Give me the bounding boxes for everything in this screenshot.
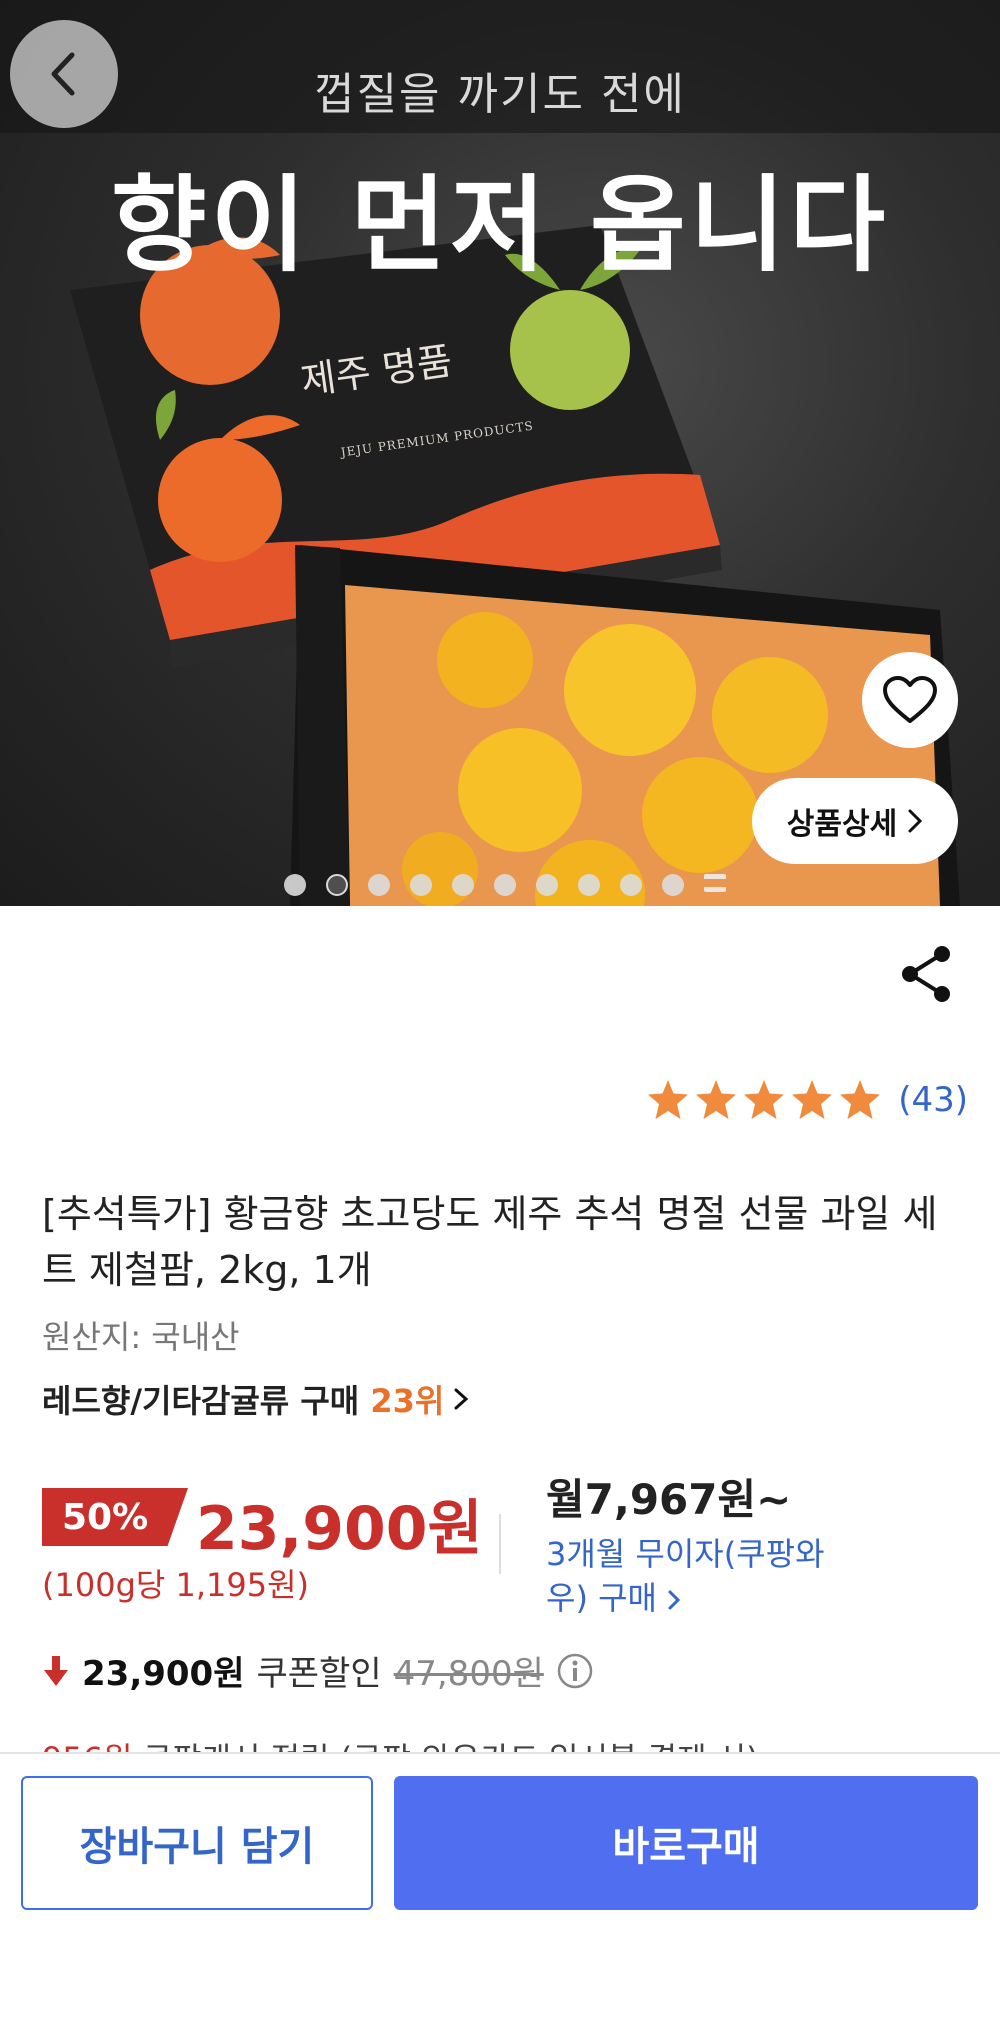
star-icon [744, 1080, 785, 1119]
carousel-more-indicator [704, 874, 726, 892]
star-icon [840, 1080, 881, 1119]
rating-summary[interactable]: (43) [646, 1078, 968, 1122]
share-icon[interactable] [898, 944, 954, 1004]
carousel-dot[interactable] [578, 874, 600, 896]
back-arrow-icon [51, 52, 75, 96]
chevron-right-icon [908, 809, 923, 833]
info-icon[interactable] [556, 1652, 594, 1690]
origin-label: 원산지: 국내산 [42, 1318, 240, 1356]
carousel-indicator [0, 874, 1000, 896]
carousel-dot[interactable] [662, 874, 684, 896]
hero-subtitle: 껍질을 까기도 전에 [314, 69, 686, 120]
unit-price: (100g당 1,195원) [42, 1566, 310, 1604]
cashback-row: 956원 쿠팡캐시 적립 (쿠팡 와우카드 일시불 결제 시) [42, 1734, 759, 1754]
add-to-cart-button[interactable]: 장바구니 담기 [21, 1776, 373, 1910]
coupon-discount-row: 23,900원 쿠폰할인 47,800원 [42, 1646, 594, 1695]
product-detail-button[interactable]: 상품상세 [752, 778, 958, 864]
product-image-carousel[interactable]: 제주 명품 JEJU PREMIUM PRODUCTS 껍질을 까기도 전에 향… [0, 0, 1000, 906]
review-count[interactable]: (43) [898, 1080, 968, 1120]
carousel-dot[interactable] [284, 874, 306, 896]
back-button[interactable] [10, 20, 118, 128]
carousel-dot[interactable] [494, 874, 516, 896]
star-icon [648, 1080, 689, 1119]
installment-text: 3개월 무이자(쿠팡와우) 구매 [546, 1535, 825, 1617]
down-arrow-icon [44, 1655, 68, 1686]
wishlist-button[interactable] [862, 652, 958, 748]
rank-number: 23위 [370, 1382, 445, 1420]
heart-icon [883, 676, 937, 723]
monthly-price: 월7,967원~ [546, 1475, 792, 1524]
rank-category-text: 레드향/기타감귤류 구매 23위 [42, 1382, 445, 1420]
carousel-dot-active[interactable] [326, 874, 348, 896]
star-icon [696, 1080, 737, 1119]
coupon-label: 쿠폰할인 [256, 1654, 382, 1694]
original-price: 47,800원 [393, 1654, 544, 1694]
chevron-right-icon [668, 1590, 681, 1610]
discount-badge: 50% [42, 1488, 188, 1546]
product-photo [70, 225, 960, 906]
price-divider [499, 1514, 501, 1574]
carousel-dot[interactable] [368, 874, 390, 896]
carousel-dot[interactable] [620, 874, 642, 896]
sale-price: 23,900원 [196, 1494, 483, 1564]
carousel-dot[interactable] [452, 874, 474, 896]
carousel-dot[interactable] [410, 874, 432, 896]
chevron-right-icon [454, 1388, 469, 1410]
product-title: [추석특가] 황금향 초고당도 제주 추석 명절 선물 과일 세트 제철팜, 2… [42, 1192, 938, 1292]
carousel-dot[interactable] [536, 874, 558, 896]
star-icon [792, 1080, 833, 1119]
installment-link[interactable]: 3개월 무이자(쿠팡와우) 구매 [546, 1532, 846, 1620]
buy-now-button[interactable]: 바로구매 [394, 1776, 978, 1910]
category-rank-link[interactable]: 레드향/기타감귤류 구매 23위 [42, 1376, 470, 1422]
coupon-price: 23,900원 [82, 1654, 245, 1694]
product-detail-label: 상품상세 [786, 807, 898, 842]
hero-title: 향이 먼저 옵니다 [110, 164, 890, 286]
